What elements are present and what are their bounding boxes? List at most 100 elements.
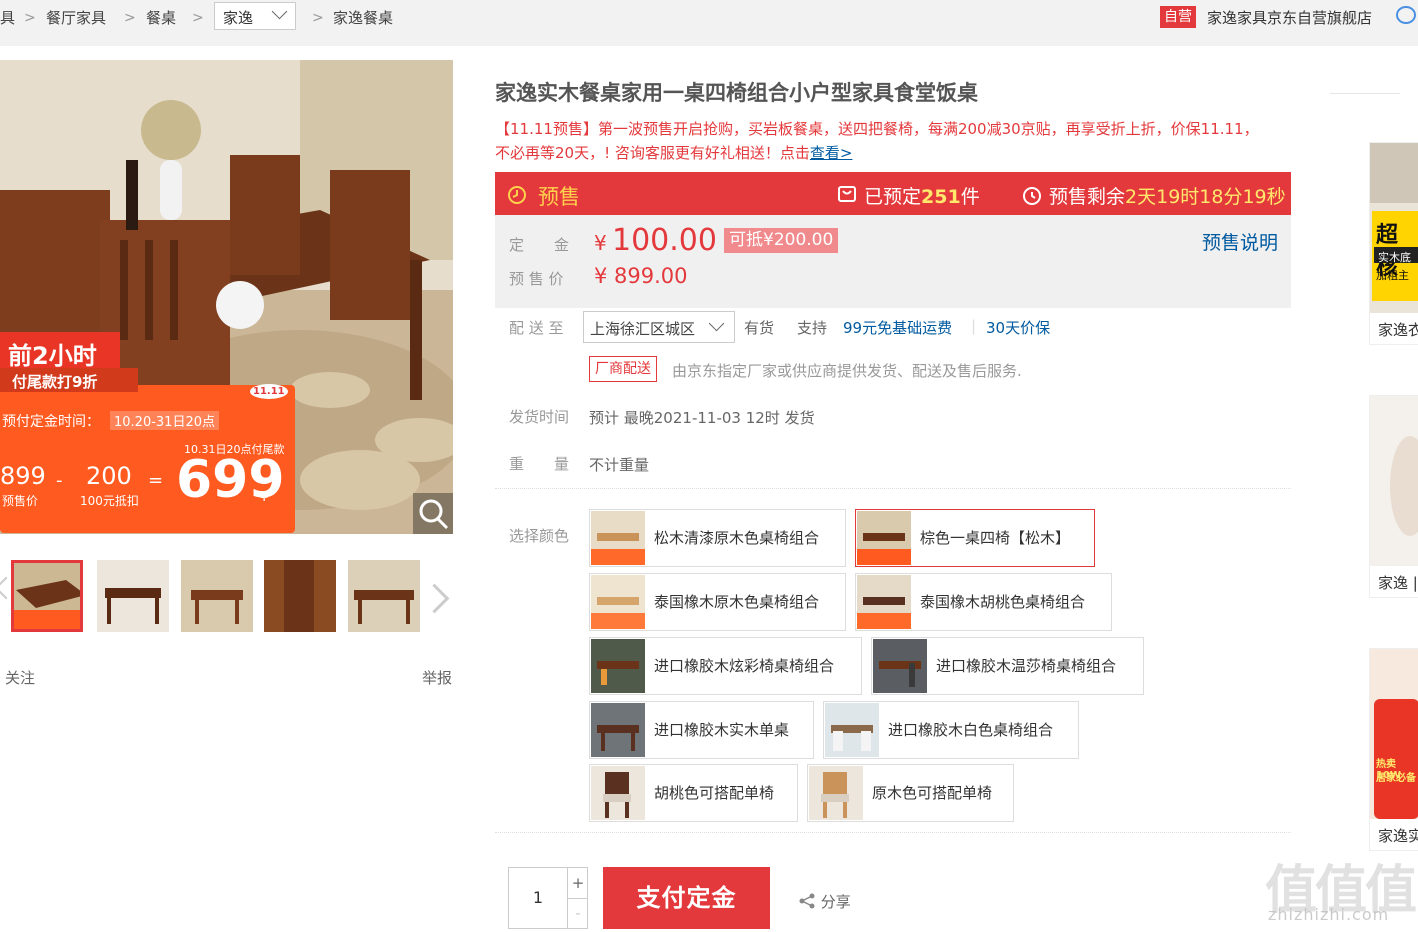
breadcrumb-current[interactable]: 家逸餐桌	[333, 8, 393, 28]
color-option-label: 泰国橡木胡桃色桌椅组合	[920, 593, 1086, 611]
rail-recommend-card[interactable]: 热卖10W 居家必备 家逸实	[1369, 648, 1418, 851]
color-option-label: 进口橡胶木白色桌椅组合	[888, 721, 1054, 739]
share-button[interactable]: 分享	[798, 891, 851, 912]
thumbnail[interactable]	[11, 560, 83, 632]
promo-overlay-deduct-label: 100元抵扣	[80, 494, 139, 508]
thumbs-next-icon[interactable]	[419, 583, 450, 614]
region-select[interactable]: 上海徐汇区城区	[583, 311, 735, 343]
color-option-thumbnail	[591, 766, 645, 820]
rail-banner-text: 居家必备	[1376, 773, 1416, 784]
color-option[interactable]: 泰国橡木胡桃色桌椅组合	[855, 573, 1112, 631]
color-option-thumbnail	[873, 639, 927, 693]
color-option-thumbnail	[591, 575, 645, 629]
deposit-currency: ¥	[594, 231, 607, 255]
color-label: 选择颜色	[509, 527, 570, 545]
store-name-link[interactable]: 家逸家具京东自营旗舰店	[1207, 8, 1372, 28]
report-link[interactable]: 举报	[422, 667, 452, 688]
product-title: 家逸实木餐桌家用一桌四椅组合小户型家具食堂饭桌	[495, 81, 978, 105]
color-option-thumbnail	[857, 575, 911, 629]
breadcrumb-item-furniture[interactable]: 具	[0, 8, 15, 28]
promo-text: 【11.11预售】第一波预售开启抢购，买岩板餐桌，送四把餐椅，每满200减30京…	[495, 117, 1265, 165]
deposit-value: 100.00	[612, 223, 717, 258]
color-option-label: 原木色可搭配单椅	[872, 784, 993, 802]
quantity-stepper: 1 + -	[508, 867, 588, 929]
rail-banner-text: 实木底	[1378, 251, 1411, 264]
reserved-number: 251	[921, 186, 961, 208]
color-option-thumbnail	[591, 703, 645, 757]
support-label: 支持	[797, 319, 828, 337]
quantity-plus-button[interactable]: +	[567, 868, 588, 899]
breadcrumb-separator-icon: >	[312, 10, 324, 26]
freight-link[interactable]: 99元免基础运费	[843, 317, 952, 338]
color-option-thumbnail	[857, 511, 911, 565]
color-option-label: 进口橡胶木实木单桌	[654, 721, 790, 739]
color-option[interactable]: 泰国橡木原木色桌椅组合	[589, 573, 846, 631]
breadcrumb-item-dining-furniture[interactable]: 餐厅家具	[46, 8, 106, 28]
color-option-thumbnail	[825, 703, 879, 757]
color-option-label: 棕色一桌四椅【松木】	[920, 529, 1071, 547]
breadcrumb: 具 > 餐厅家具 > 餐桌 > 家逸 > 家逸餐桌 自营 家逸家具京东自营旗舰店	[0, 0, 1418, 46]
rail-item-label: 家逸实	[1378, 827, 1418, 845]
thumbnail[interactable]	[181, 560, 253, 632]
color-option-selected[interactable]: 棕色一桌四椅【松木】	[855, 509, 1095, 567]
promo-overlay-currency: ¥	[260, 490, 269, 505]
delivery-label: 配 送 至	[509, 319, 564, 337]
breadcrumb-item-dining-table[interactable]: 餐桌	[146, 8, 176, 28]
brand-select[interactable]: 家逸	[214, 2, 296, 30]
promo-view-link[interactable]: 查看>	[810, 144, 853, 162]
promo-overlay-deposit-label: 预付定金时间：	[2, 414, 100, 430]
promo-overlay-deposit-time: 10.20-31日20点	[110, 411, 219, 430]
color-option[interactable]: 进口橡胶木炫彩椅桌椅组合	[589, 637, 862, 695]
chat-icon[interactable]	[1396, 6, 1416, 24]
deduct-badge: 可抵¥200.00	[724, 228, 839, 253]
rail-recommend-card[interactable]: 家逸 |	[1369, 395, 1418, 598]
rail-recommend-image	[1370, 396, 1418, 566]
color-option-label: 松木清漆原木色桌椅组合	[654, 529, 820, 547]
self-operated-badge: 自营	[1160, 6, 1196, 28]
reserved-count: 已预定251件	[864, 182, 980, 209]
vendor-delivery-tag: 厂商配送	[589, 356, 657, 382]
promo-overlay-line1: 前2小时	[8, 342, 97, 370]
chevron-down-icon	[271, 3, 288, 20]
quantity-minus-button[interactable]: -	[567, 898, 588, 928]
promo-overlay-presale-label: 预售价	[2, 494, 39, 508]
section-divider	[495, 488, 1291, 489]
rail-item-label: 家逸 |	[1378, 574, 1418, 592]
breadcrumb-separator-icon: >	[192, 10, 204, 26]
share-label: 分享	[820, 893, 851, 911]
color-option[interactable]: 原木色可搭配单椅	[807, 764, 1014, 822]
brand-select-value: 家逸	[223, 9, 254, 27]
quantity-input[interactable]: 1	[509, 868, 567, 928]
magnifier-icon	[419, 499, 449, 530]
presale-bar: 预售 已预定251件 预售剩余2天19时18分19秒	[495, 172, 1291, 215]
breadcrumb-separator-icon: >	[124, 10, 136, 26]
presale-explain-link[interactable]: 预售说明	[1202, 228, 1278, 255]
color-option-thumbnail	[591, 511, 645, 565]
price-protect-link[interactable]: 30天价保	[986, 317, 1050, 338]
promo-overlay-deduct: 200	[86, 462, 132, 490]
color-option[interactable]: 松木清漆原木色桌椅组合	[589, 509, 846, 567]
promo-overlay-presale-price: 899	[0, 462, 46, 490]
remaining-label: 预售剩余	[1049, 186, 1126, 208]
color-option[interactable]: 进口橡胶木温莎椅桌椅组合	[871, 637, 1144, 695]
divider-bar: |	[971, 317, 977, 335]
color-option[interactable]: 胡桃色可搭配单椅	[589, 764, 798, 822]
thumbnail[interactable]	[348, 560, 420, 632]
thumbnail[interactable]	[97, 560, 169, 632]
presale-label: 预售	[538, 185, 580, 209]
rail-recommend-card[interactable]: 超核 实木底 加粗主 家逸衣	[1369, 142, 1418, 345]
follow-link[interactable]: 关注	[5, 667, 35, 688]
zoom-button[interactable]	[413, 493, 453, 534]
color-option[interactable]: 进口橡胶木实木单桌	[589, 701, 814, 759]
color-option-label: 泰国橡木原木色桌椅组合	[654, 593, 820, 611]
deposit-label: 定 金	[509, 236, 570, 254]
thumbnail[interactable]	[264, 560, 336, 632]
pay-deposit-button[interactable]: 支付定金	[603, 867, 770, 929]
color-option[interactable]: 进口橡胶木白色桌椅组合	[823, 701, 1079, 759]
stock-status: 有货	[744, 319, 775, 337]
color-option-thumbnail	[809, 766, 863, 820]
presale-price-value: ¥ 899.00	[594, 264, 688, 288]
cart-icon	[838, 186, 856, 202]
promo-overlay-minus-icon: -	[56, 470, 63, 491]
color-option-label: 进口橡胶木温莎椅桌椅组合	[936, 657, 1117, 675]
